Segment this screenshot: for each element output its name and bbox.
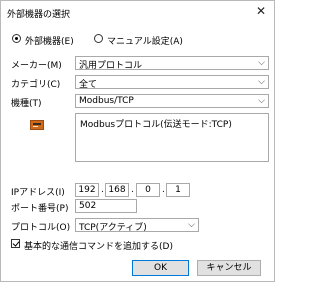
ip-address-label: IPアドレス(I) [11, 188, 65, 198]
dialog-title: 外部機器の選択 [7, 10, 71, 20]
add-basic-commands-checkbox[interactable] [11, 239, 20, 248]
ip-octet-4[interactable]: 1 [166, 183, 190, 197]
maker-label: メーカー(M) [11, 61, 62, 71]
category-value: 全て [79, 80, 98, 90]
model-dropdown[interactable]: Modbus/TCP ⌵ [75, 94, 269, 108]
ip-separator: . [101, 185, 104, 195]
external-device-radio[interactable] [12, 34, 21, 43]
add-basic-commands-label[interactable]: 基本的な通信コマンドを追加する(D) [24, 239, 173, 252]
category-dropdown[interactable]: 全て ⌵ [75, 75, 269, 90]
device-selection-dialog: 外部機器の選択 ✕ 外部機器(E) マニュアル設定(A) メーカー(M) 汎用プ… [0, 0, 275, 282]
ip-separator: . [131, 185, 134, 195]
maker-value: 汎用プロトコル [79, 61, 143, 71]
ip-octet-2[interactable]: 168 [105, 183, 129, 197]
title-bar: 外部機器の選択 ✕ [1, 1, 274, 23]
chevron-down-icon: ⌵ [258, 96, 265, 106]
model-value: Modbus/TCP [79, 96, 134, 106]
chevron-down-icon: ⌵ [188, 220, 195, 230]
cancel-button[interactable]: キャンセル [197, 260, 261, 276]
chevron-down-icon: ⌵ [258, 58, 265, 68]
manual-setting-radio[interactable] [94, 34, 103, 43]
ip-octet-1[interactable]: 192 [75, 183, 99, 197]
external-device-label[interactable]: 外部機器(E) [25, 34, 74, 47]
description-text: Modbusプロトコル(伝送モード:TCP) [80, 120, 232, 130]
port-value: 502 [79, 201, 97, 211]
plc-device-icon [30, 120, 44, 130]
port-input[interactable]: 502 [75, 199, 137, 213]
category-label: カテゴリ(C) [11, 80, 61, 90]
protocol-label: プロトコル(O) [11, 223, 71, 233]
ip-separator: . [162, 185, 165, 195]
ok-button[interactable]: OK [132, 260, 189, 276]
description-box: Modbusプロトコル(伝送モード:TCP) [75, 113, 269, 162]
protocol-value: TCP(アクティブ) [79, 223, 147, 233]
chevron-down-icon: ⌵ [258, 77, 265, 87]
protocol-dropdown[interactable]: TCP(アクティブ) ⌵ [75, 218, 199, 233]
ip-octet-3[interactable]: 0 [136, 183, 160, 197]
port-label: ポート番号(P) [11, 204, 69, 214]
close-icon[interactable]: ✕ [254, 4, 268, 18]
model-label: 機種(T) [11, 99, 42, 109]
maker-dropdown[interactable]: 汎用プロトコル ⌵ [75, 56, 269, 71]
manual-setting-label[interactable]: マニュアル設定(A) [107, 34, 183, 47]
